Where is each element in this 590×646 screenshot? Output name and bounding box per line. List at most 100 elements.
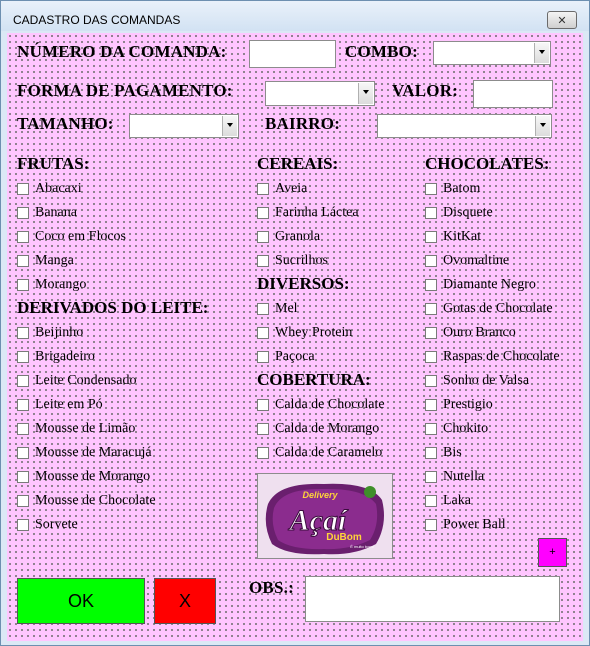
- checkbox-nutella[interactable]: Nutella: [425, 467, 484, 487]
- checkbox-pacoca[interactable]: Paçoca: [257, 347, 315, 367]
- checkbox-gotas-de-chocolate[interactable]: Gotas de Chocolate: [425, 299, 553, 319]
- checkbox-box[interactable]: [257, 303, 269, 315]
- checkbox-box[interactable]: [17, 207, 29, 219]
- checkbox-box[interactable]: [257, 231, 269, 243]
- valor-input[interactable]: [473, 80, 553, 108]
- tamanho-select[interactable]: [129, 114, 239, 138]
- forma-pagamento-select[interactable]: [265, 81, 375, 106]
- checkbox-kitkat[interactable]: KitKat: [425, 227, 481, 247]
- chevron-down-icon[interactable]: [358, 83, 373, 104]
- checkbox-box[interactable]: [17, 375, 29, 387]
- title-bar[interactable]: CADASTRO DAS COMANDAS ✕: [1, 1, 589, 31]
- checkbox-box[interactable]: [17, 183, 29, 195]
- cancel-button[interactable]: X: [154, 578, 216, 624]
- checkbox-box[interactable]: [257, 255, 269, 267]
- checkbox-raspas-de-chocolate[interactable]: Raspas de Chocolate: [425, 347, 560, 367]
- checkbox-batom[interactable]: Batom: [425, 179, 480, 199]
- checkbox-power-ball[interactable]: Power Ball: [425, 515, 506, 535]
- checkbox-calda-de-morango[interactable]: Calda de Morango: [257, 419, 379, 439]
- checkbox-mousse-de-chocolate[interactable]: Mousse de Chocolate: [17, 491, 156, 511]
- checkbox-manga[interactable]: Manga: [17, 251, 74, 271]
- logo-tagline-text: É muito bom!: [350, 544, 374, 549]
- checkbox-box[interactable]: [425, 183, 437, 195]
- checkbox-box[interactable]: [425, 327, 437, 339]
- checkbox-chokito[interactable]: Chokito: [425, 419, 488, 439]
- checkbox-granola[interactable]: Granola: [257, 227, 320, 247]
- checkbox-box[interactable]: [425, 471, 437, 483]
- checkbox-laka[interactable]: Laka: [425, 491, 471, 511]
- checkbox-box[interactable]: [425, 375, 437, 387]
- checkbox-box[interactable]: [425, 231, 437, 243]
- checkbox-farinha-lactea[interactable]: Farinha Láctea: [257, 203, 359, 223]
- checkbox-box[interactable]: [17, 231, 29, 243]
- chevron-down-icon[interactable]: [222, 116, 237, 136]
- checkbox-mousse-de-maracuja[interactable]: Mousse de Maracujá: [17, 443, 152, 463]
- logo-graphic: Delivery Açaí DuBom É muito bom!: [258, 474, 392, 558]
- forma-pagamento-label: FORMA DE PAGAMENTO:: [17, 81, 233, 100]
- checkbox-box[interactable]: [425, 399, 437, 411]
- checkbox-mousse-de-limao[interactable]: Mousse de Limão: [17, 419, 135, 439]
- checkbox-box[interactable]: [257, 327, 269, 339]
- diversos-title: DIVERSOS:: [257, 274, 350, 293]
- checkbox-abacaxi[interactable]: Abacaxi: [17, 179, 82, 199]
- checkbox-box[interactable]: [425, 303, 437, 315]
- checkbox-box[interactable]: [425, 351, 437, 363]
- checkbox-box[interactable]: [257, 207, 269, 219]
- checkbox-box[interactable]: [425, 207, 437, 219]
- checkbox-coco-em-flocos[interactable]: Coco em Flocos: [17, 227, 126, 247]
- checkbox-disquete[interactable]: Disquete: [425, 203, 493, 223]
- checkbox-bis[interactable]: Bis: [425, 443, 462, 463]
- bairro-select[interactable]: [377, 114, 552, 138]
- checkbox-box[interactable]: [425, 495, 437, 507]
- checkbox-box[interactable]: [257, 423, 269, 435]
- checkbox-diamante-negro[interactable]: Diamante Negro: [425, 275, 536, 295]
- checkbox-whey-protein[interactable]: Whey Protein: [257, 323, 352, 343]
- checkbox-calda-de-chocolate[interactable]: Calda de Chocolate: [257, 395, 385, 415]
- checkbox-prestigio[interactable]: Prestigio: [425, 395, 493, 415]
- checkbox-box[interactable]: [17, 279, 29, 291]
- checkbox-sonho-de-valsa[interactable]: Sonho de Valsa: [425, 371, 529, 391]
- checkbox-box[interactable]: [257, 399, 269, 411]
- checkbox-box[interactable]: [17, 423, 29, 435]
- checkbox-box[interactable]: [257, 183, 269, 195]
- checkbox-sucrilhos[interactable]: Sucrilhos: [257, 251, 328, 271]
- checkbox-morango[interactable]: Morango: [17, 275, 86, 295]
- checkbox-leite-condensado[interactable]: Leite Condensado: [17, 371, 136, 391]
- checkbox-sorvete[interactable]: Sorvete: [17, 515, 78, 535]
- add-button[interactable]: +: [538, 538, 567, 567]
- checkbox-box[interactable]: [425, 519, 437, 531]
- checkbox-box[interactable]: [17, 519, 29, 531]
- checkbox-calda-de-caramelo[interactable]: Calda de Caramelo: [257, 443, 382, 463]
- checkbox-box[interactable]: [425, 279, 437, 291]
- obs-input[interactable]: [305, 576, 560, 622]
- checkbox-box[interactable]: [425, 255, 437, 267]
- checkbox-box[interactable]: [17, 327, 29, 339]
- checkbox-beijinho[interactable]: Beijinho: [17, 323, 83, 343]
- chevron-down-icon[interactable]: [535, 116, 550, 136]
- checkbox-box[interactable]: [17, 447, 29, 459]
- checkbox-box[interactable]: [257, 351, 269, 363]
- checkbox-box[interactable]: [17, 495, 29, 507]
- checkbox-brigadeiro[interactable]: Brigadeiro: [17, 347, 95, 367]
- checkbox-box[interactable]: [17, 471, 29, 483]
- checkbox-ouro-branco[interactable]: Ouro Branco: [425, 323, 516, 343]
- close-button[interactable]: ✕: [547, 11, 577, 29]
- checkbox-mousse-de-morango[interactable]: Mousse de Morango: [17, 467, 150, 487]
- checkbox-leite-em-po[interactable]: Leite em Pó: [17, 395, 103, 415]
- checkbox-banana[interactable]: Banana: [17, 203, 77, 223]
- checkbox-box[interactable]: [17, 255, 29, 267]
- checkbox-box[interactable]: [257, 447, 269, 459]
- checkbox-ovomaltine[interactable]: Ovomaltine: [425, 251, 509, 271]
- checkbox-box[interactable]: [17, 399, 29, 411]
- checkbox-box[interactable]: [17, 351, 29, 363]
- numero-comanda-input[interactable]: [249, 40, 336, 68]
- checkbox-mel[interactable]: Mel: [257, 299, 298, 319]
- combo-select[interactable]: [433, 41, 551, 65]
- checkbox-box[interactable]: [425, 447, 437, 459]
- ok-button[interactable]: OK: [17, 578, 145, 624]
- obs-label: OBS.:: [249, 578, 294, 597]
- checkbox-aveia[interactable]: Aveia: [257, 179, 307, 199]
- checkbox-box[interactable]: [425, 423, 437, 435]
- chevron-down-icon[interactable]: [534, 43, 549, 63]
- logo-delivery-text: Delivery: [302, 490, 338, 500]
